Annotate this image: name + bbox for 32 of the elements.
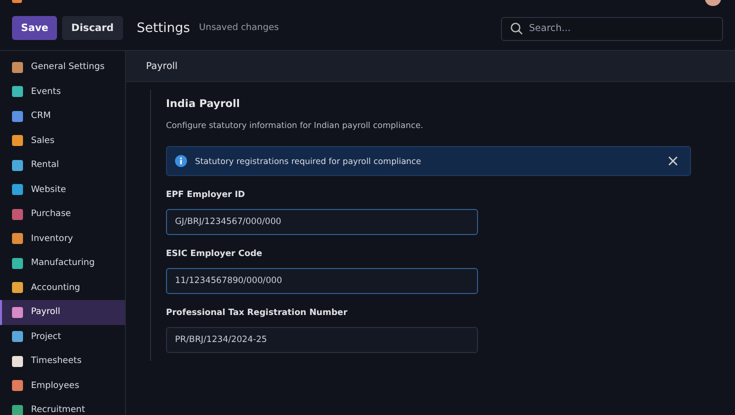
unsaved-status: Unsaved changes (199, 23, 279, 33)
sidebar-item[interactable]: Manufacturing (0, 251, 125, 276)
sidebar-item[interactable]: Employees (0, 374, 125, 398)
sidebar-item[interactable]: Sales (0, 128, 125, 153)
close-icon[interactable] (668, 156, 678, 166)
sidebar-item[interactable]: Rental (0, 153, 125, 178)
input-field[interactable]: PR/BRJ/1234/2024-25 (166, 327, 478, 353)
sidebar-item[interactable]: CRM (0, 104, 125, 128)
input-field[interactable]: GJ/BRJ/1234567/000/000 (166, 209, 478, 235)
section-heading: India Payroll (166, 98, 241, 110)
field-label: Professional Tax Registration Number (166, 308, 348, 318)
section-description: Configure statutory information for Indian payroll compliance. (166, 120, 424, 130)
sidebar-item[interactable]: Inventory (0, 226, 125, 251)
field-label: ESIC Employer Code (166, 249, 264, 259)
sidebar-item[interactable]: Accounting (0, 276, 125, 300)
info-icon (175, 155, 187, 167)
sidebar-item[interactable]: Purchase (0, 202, 125, 226)
section-header: Payroll (126, 51, 735, 82)
sidebar-item[interactable]: Recruitment (0, 398, 125, 415)
discard-button[interactable]: Discard (62, 16, 123, 40)
page-title: Settings (136, 20, 190, 36)
sidebar-item[interactable]: Events (0, 80, 125, 104)
sidebar-item[interactable]: Timesheets (0, 349, 125, 374)
input-field[interactable]: 11/1234567890/000/000 (166, 268, 478, 294)
sidebar-item[interactable]: Website (0, 178, 125, 202)
sidebar-item[interactable]: General Settings (0, 55, 125, 80)
field-label: EPF Employer ID (166, 190, 246, 200)
save-button[interactable]: Save (12, 16, 58, 40)
sidebar-item[interactable]: Project (0, 324, 125, 349)
alert-message: Statutory registrations required for payroll compliance (195, 156, 422, 166)
search-field[interactable]: Search... (501, 16, 723, 40)
sidebar-item[interactable]: Payroll (0, 300, 125, 324)
